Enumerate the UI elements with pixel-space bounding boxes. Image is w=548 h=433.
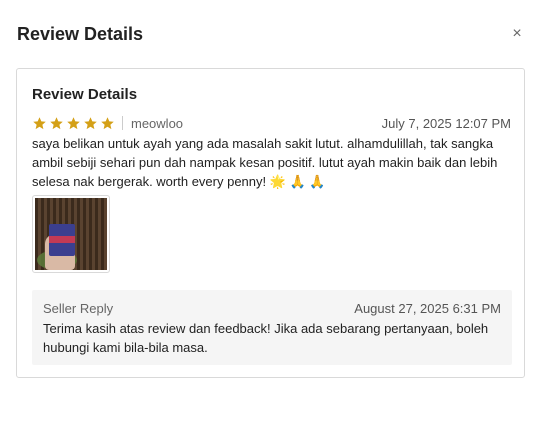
pray-emoji: 🙏 — [309, 174, 326, 189]
star-icon — [83, 116, 98, 131]
star-icon — [32, 116, 47, 131]
close-icon: × — [512, 25, 522, 42]
product-box-stripe — [49, 236, 75, 243]
star-icon — [49, 116, 64, 131]
card-title: Review Details — [32, 86, 138, 103]
seller-reply-label: Seller Reply — [43, 301, 114, 316]
close-button[interactable]: × — [506, 22, 528, 46]
photo-icon — [35, 198, 107, 270]
review-date: July 7, 2025 12:07 PM — [381, 115, 511, 131]
review-meta: meowloo July 7, 2025 12:07 PM — [32, 114, 511, 132]
seller-reply-date: August 27, 2025 6:31 PM — [354, 301, 501, 316]
sparkle-emoji: 🌟 — [269, 174, 286, 189]
star-icon — [100, 116, 115, 131]
review-details-modal: Review Details × Review Details meowloo … — [0, 0, 548, 433]
review-photo-thumbnail[interactable] — [32, 195, 110, 273]
seller-reply: Seller Reply August 27, 2025 6:31 PM Ter… — [32, 290, 512, 365]
seller-reply-text: Terima kasih atas review dan feedback! J… — [43, 321, 489, 355]
modal-title: Review Details — [17, 24, 144, 44]
review-body: saya belikan untuk ayah yang ada masalah… — [32, 136, 498, 189]
review-card: Review Details meowloo July 7, 2025 12:0… — [16, 68, 525, 378]
review-text: saya belikan untuk ayah yang ada masalah… — [32, 134, 512, 191]
modal-header: Review Details × — [17, 22, 528, 48]
reviewer-username: meowloo — [131, 115, 184, 131]
pray-emoji: 🙏 — [289, 174, 306, 189]
star-icon — [66, 116, 81, 131]
star-rating — [32, 116, 115, 131]
divider — [122, 116, 123, 130]
